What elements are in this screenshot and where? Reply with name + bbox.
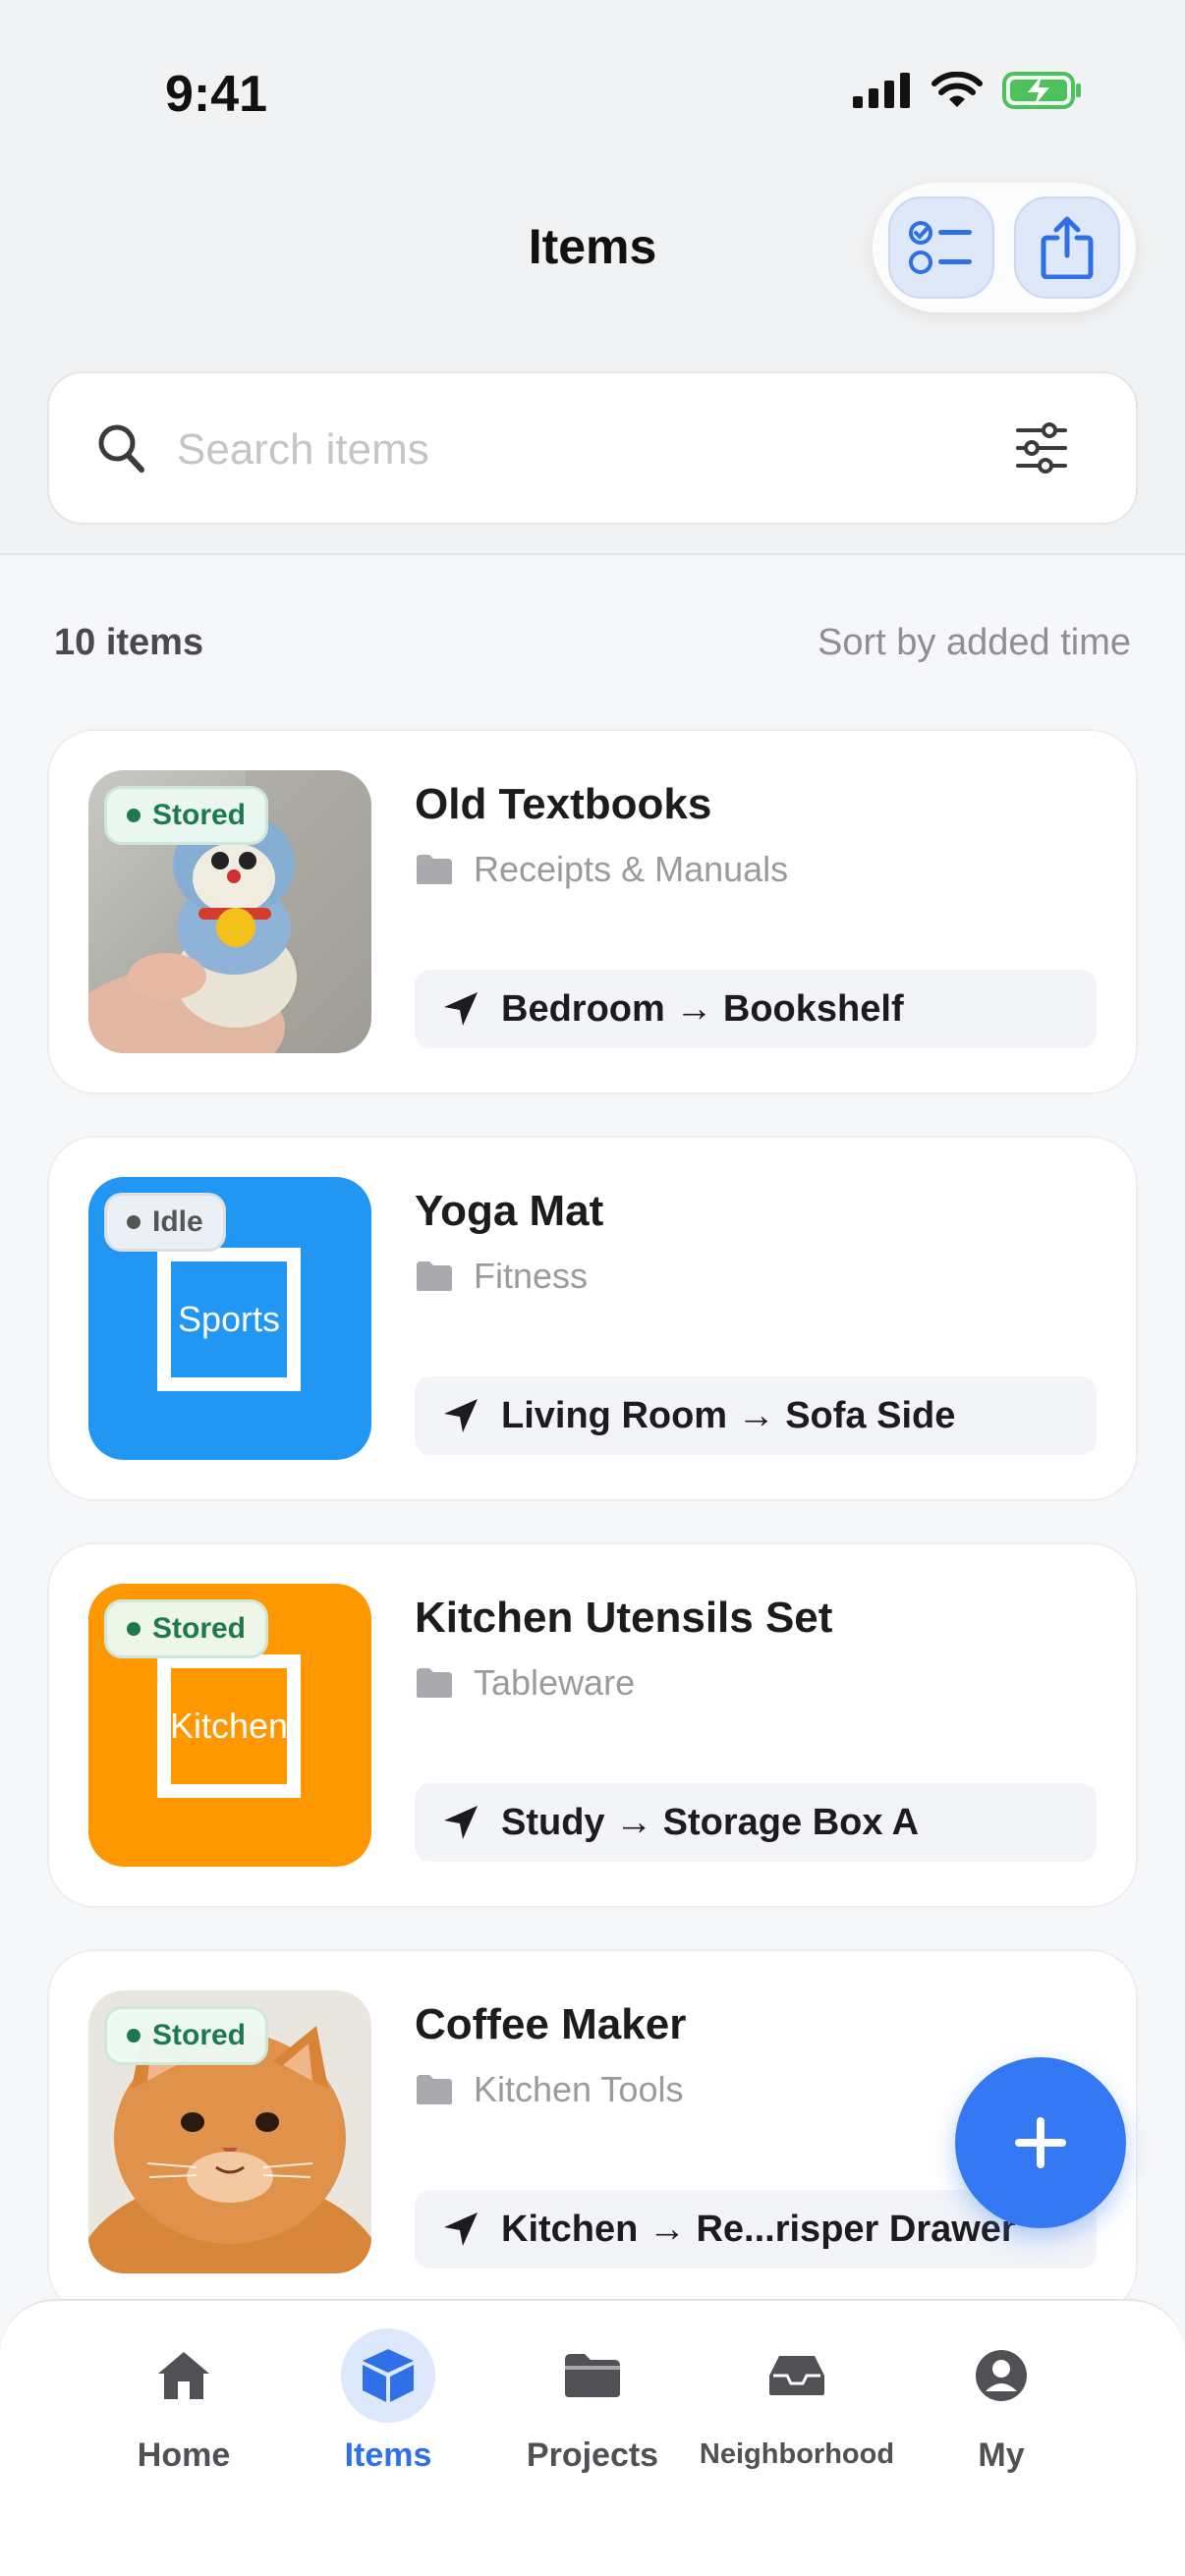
category-label: Receipts & Manuals [474, 849, 789, 889]
item-card[interactable]: Stored Old Textbooks Receipts & Manuals … [47, 729, 1138, 1094]
placeholder-label: Sports [177, 1299, 281, 1339]
item-title: Old Textbooks [415, 780, 712, 828]
location-arrow-icon [444, 2212, 478, 2246]
inbox-icon [769, 2356, 824, 2395]
tab-label: Neighborhood [699, 2438, 895, 2470]
folder-icon [417, 1261, 452, 1291]
search-input[interactable] [177, 413, 983, 487]
item-photo: Stored [88, 1990, 371, 2273]
location-arrow-icon [444, 1806, 478, 1839]
home-icon [158, 2352, 209, 2399]
item-count: 10 items [54, 622, 204, 663]
plus-icon [1015, 2117, 1066, 2168]
status-badge: Stored [104, 786, 269, 845]
tab-label: Items [344, 2436, 432, 2474]
item-photo: Stored [88, 770, 371, 1053]
tab-bar: Home Items Projects Neighborhood My [0, 2299, 1185, 2576]
item-card[interactable]: Kitchen Stored Kitchen Utensils Set Tabl… [47, 1542, 1138, 1908]
item-title: Kitchen Utensils Set [415, 1594, 833, 1642]
location-arrow-icon [444, 1399, 478, 1432]
folder-icon [565, 2354, 620, 2397]
location-label: Study → Storage Box A [501, 1801, 920, 1843]
placeholder-frame: Kitchen [157, 1654, 301, 1798]
category-label: Kitchen Tools [474, 2069, 684, 2109]
item-placeholder-image: Kitchen Stored [88, 1584, 371, 1867]
tab-icon-wrap [341, 2328, 435, 2423]
status-dot [127, 2029, 141, 2043]
tab-icon-wrap [137, 2328, 231, 2423]
tab-label: Home [137, 2436, 231, 2474]
item-category: Kitchen Tools [415, 2069, 683, 2110]
tab-icon-wrap [750, 2328, 844, 2423]
add-item-button[interactable] [955, 2057, 1126, 2228]
filter-sliders-icon[interactable] [1012, 419, 1071, 477]
item-category: Tableware [415, 1662, 635, 1704]
status-badge: Idle [104, 1193, 226, 1252]
item-title: Yoga Mat [415, 1187, 604, 1235]
tab-home[interactable]: Home [81, 2328, 287, 2525]
item-category: Fitness [415, 1256, 588, 1297]
placeholder-frame: Sports [157, 1248, 301, 1391]
sort-button[interactable]: Sort by added time [818, 622, 1131, 664]
battery-charging-icon [1002, 72, 1081, 109]
location-label: Bedroom → Bookshelf [501, 987, 904, 1030]
item-category: Receipts & Manuals [415, 849, 788, 890]
item-card[interactable]: Sports Idle Yoga Mat Fitness Living Room… [47, 1136, 1138, 1501]
item-placeholder-image: Sports Idle [88, 1177, 371, 1460]
status-dot [127, 1622, 141, 1636]
search-icon [98, 424, 144, 473]
share-icon [1041, 216, 1094, 279]
folder-icon [417, 855, 452, 884]
cube-icon [363, 2349, 414, 2402]
tab-icon-wrap [954, 2328, 1048, 2423]
tab-items[interactable]: Items [285, 2328, 491, 2525]
header-actions [873, 183, 1136, 312]
status-label: Stored [152, 799, 247, 831]
status-icons [853, 71, 1083, 110]
status-bar: 9:41 [0, 0, 1185, 147]
location-label: Living Room → Sofa Side [501, 1394, 956, 1436]
placeholder-label: Kitchen [169, 1706, 289, 1746]
signal-icon [853, 73, 910, 108]
share-button[interactable] [1014, 196, 1120, 299]
location-chip: Bedroom → Bookshelf [415, 970, 1097, 1048]
tab-label: My [978, 2436, 1025, 2474]
status-badge: Stored [104, 2006, 269, 2065]
checklist-icon [909, 221, 972, 274]
location-arrow-icon [444, 992, 478, 1026]
location-chip: Living Room → Sofa Side [415, 1376, 1097, 1455]
tab-projects[interactable]: Projects [489, 2328, 696, 2525]
status-dot [127, 1215, 141, 1229]
folder-icon [417, 1668, 452, 1698]
status-badge: Stored [104, 1599, 269, 1658]
header-area: 9:41 Items [0, 0, 1185, 555]
item-title: Coffee Maker [415, 2000, 687, 2048]
category-label: Tableware [474, 1662, 636, 1703]
tab-my[interactable]: My [898, 2328, 1104, 2525]
folder-icon [417, 2075, 452, 2104]
search-bar [47, 371, 1138, 525]
wifi-icon [931, 72, 983, 107]
status-time: 9:41 [165, 66, 268, 123]
status-label: Stored [152, 1612, 247, 1645]
tab-icon-wrap [545, 2328, 640, 2423]
location-chip: Study → Storage Box A [415, 1783, 1097, 1862]
category-label: Fitness [474, 1256, 589, 1296]
tab-label: Projects [526, 2436, 659, 2474]
person-icon [976, 2350, 1027, 2401]
tab-neighborhood[interactable]: Neighborhood [694, 2328, 900, 2525]
location-label: Kitchen → Re...risper Drawer [501, 2208, 1016, 2250]
select-mode-button[interactable] [888, 196, 994, 299]
status-label: Idle [152, 1205, 203, 1238]
status-label: Stored [152, 2019, 247, 2051]
status-dot [127, 809, 141, 822]
